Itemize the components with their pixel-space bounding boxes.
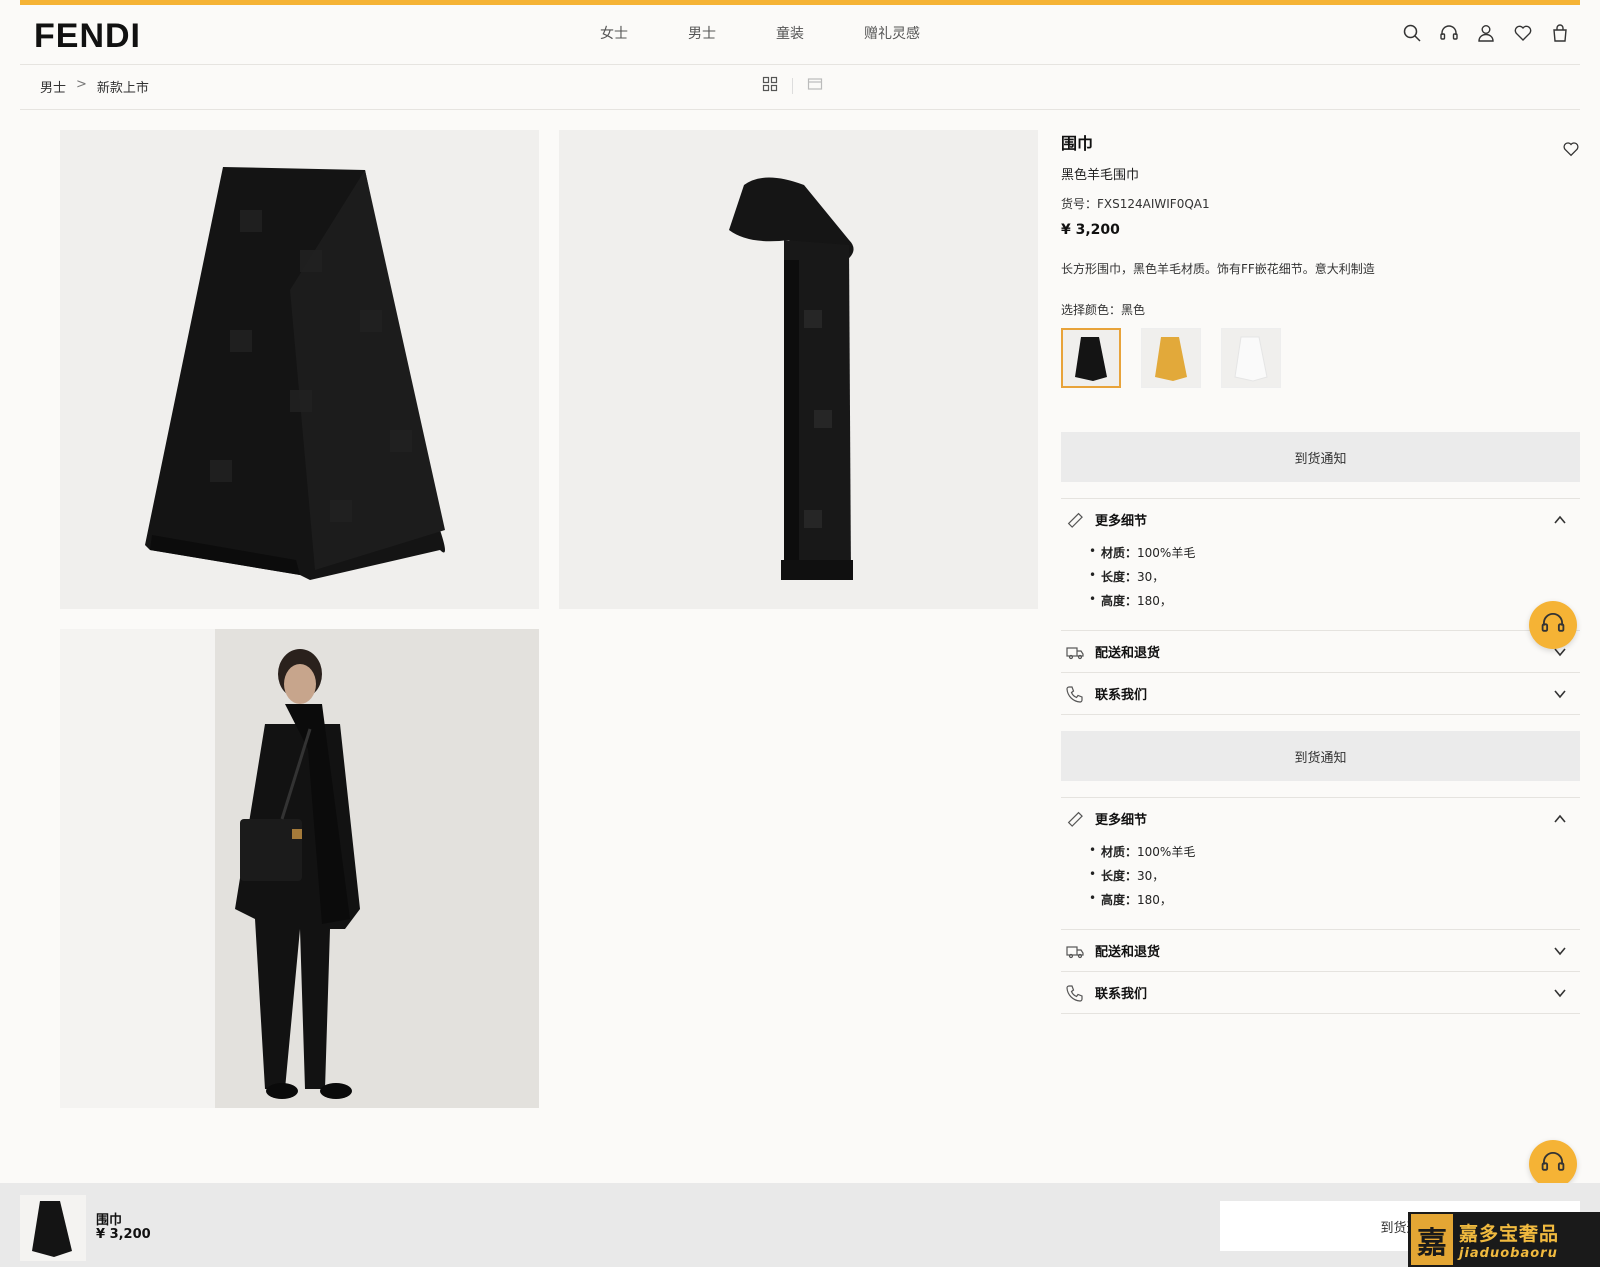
search-icon[interactable] <box>1402 23 1422 43</box>
accordion-contact: 联系我们 <box>1061 972 1580 1014</box>
shipping-header[interactable]: 配送和退货 <box>1061 631 1580 672</box>
contact-title: 联系我们 <box>1095 688 1148 703</box>
sticky-product-title: 围巾 <box>96 1213 123 1228</box>
accordion-contact: 联系我们 <box>1061 673 1580 715</box>
spec-list: 材质：100%羊毛 长度：30， 高度：180， <box>1061 839 1580 929</box>
more-details-title: 更多细节 <box>1095 514 1148 529</box>
grid-view-icon[interactable] <box>762 76 778 96</box>
chevron-down-icon[interactable] <box>1552 686 1568 702</box>
product-price: ¥ 3,200 <box>1061 222 1120 238</box>
more-details-header[interactable]: 更多细节 <box>1061 798 1580 839</box>
view-toggle-divider <box>792 78 793 94</box>
color-swatches <box>1061 328 1580 388</box>
product-description: 长方形围巾，黑色羊毛材质。饰有FF嵌花细节。意大利制造 <box>1061 262 1375 276</box>
product-image-hanging[interactable] <box>559 130 1038 609</box>
nav-item-men[interactable]: 男士 <box>688 23 716 43</box>
contact-title: 联系我们 <box>1095 987 1148 1002</box>
breadcrumb: 男士 > 新款上市 <box>40 77 149 96</box>
spec-item: 高度：180， <box>1089 891 1580 908</box>
accordion-more-details: 更多细节 材质：100%羊毛 长度：30， 高度：180， <box>1061 797 1580 930</box>
ruler-icon <box>1065 809 1085 829</box>
product-title: 围巾 <box>1061 134 1094 153</box>
contact-header[interactable]: 联系我们 <box>1061 972 1580 1013</box>
color-swatch-white[interactable] <box>1221 328 1281 388</box>
accordion-shipping: 配送和退货 <box>1061 930 1580 972</box>
headset-icon[interactable] <box>1439 23 1459 43</box>
watermark-cn: 嘉多宝奢品 <box>1459 1222 1560 1245</box>
phone-icon <box>1065 983 1085 1003</box>
watermark-logo: 嘉 <box>1411 1214 1453 1265</box>
spec-item: 高度：180， <box>1089 592 1580 609</box>
watermark-badge: 嘉 嘉多宝奢品 jiaduobaoru <box>1408 1212 1600 1267</box>
notify-button[interactable]: 到货通知 <box>1061 432 1580 482</box>
shipping-header[interactable]: 配送和退货 <box>1061 930 1580 971</box>
customer-service-button[interactable] <box>1529 1140 1577 1188</box>
accordion-shipping: 配送和退货 <box>1061 631 1580 673</box>
contact-header[interactable]: 联系我们 <box>1061 673 1580 714</box>
nav-item-gifts[interactable]: 赠礼灵感 <box>864 23 920 43</box>
bag-icon[interactable] <box>1550 23 1570 43</box>
heart-icon[interactable] <box>1513 23 1533 43</box>
sticky-purchase-bar: 围巾 ¥ 3,200 到货通 <box>0 1183 1600 1267</box>
breadcrumb-separator: > <box>76 77 87 92</box>
spec-item: 材质：100%羊毛 <box>1089 544 1580 561</box>
chevron-down-icon[interactable] <box>1552 943 1568 959</box>
nav-item-women[interactable]: 女士 <box>600 23 628 43</box>
spec-item: 材质：100%羊毛 <box>1089 843 1580 860</box>
product-image-model[interactable] <box>60 629 539 1108</box>
truck-icon <box>1065 642 1085 662</box>
brand-logo[interactable]: FENDI <box>34 17 141 56</box>
product-subtitle: 黑色羊毛围巾 <box>1061 168 1140 183</box>
headset-icon <box>1540 1149 1566 1179</box>
ruler-icon <box>1065 510 1085 530</box>
header-utilities <box>1402 23 1570 43</box>
chevron-up-icon[interactable] <box>1552 811 1568 827</box>
sub-toolbar: 男士 > 新款上市 <box>20 66 1580 110</box>
headset-icon <box>1540 610 1566 640</box>
accordion-more-details: 更多细节 材质：100%羊毛 长度：30， 高度：180， <box>1061 498 1580 631</box>
customer-service-button[interactable] <box>1529 601 1577 649</box>
color-label: 选择颜色：黑色 <box>1061 303 1146 317</box>
shipping-title: 配送和退货 <box>1095 945 1161 960</box>
watermark-text: 嘉多宝奢品 jiaduobaoru <box>1459 1219 1559 1261</box>
truck-icon <box>1065 941 1085 961</box>
spec-item: 长度：30， <box>1089 568 1580 585</box>
color-swatch-black[interactable] <box>1061 328 1121 388</box>
chevron-up-icon[interactable] <box>1552 512 1568 528</box>
color-swatch-yellow[interactable] <box>1141 328 1201 388</box>
main-nav: 女士 男士 童装 赠礼灵感 <box>600 23 920 43</box>
notify-button[interactable]: 到货通知 <box>1061 731 1580 781</box>
chevron-down-icon[interactable] <box>1552 985 1568 1001</box>
spec-list: 材质：100%羊毛 长度：30， 高度：180， <box>1061 540 1580 630</box>
view-toggle <box>762 76 823 96</box>
nav-item-kids[interactable]: 童装 <box>776 23 804 43</box>
sticky-product-price: ¥ 3,200 <box>96 1227 151 1242</box>
watermark-en: jiaduobaoru <box>1459 1245 1558 1261</box>
spec-item: 长度：30， <box>1089 867 1580 884</box>
more-details-header[interactable]: 更多细节 <box>1061 499 1580 540</box>
single-view-icon[interactable] <box>807 76 823 96</box>
breadcrumb-item-men[interactable]: 男士 <box>40 77 66 96</box>
phone-icon <box>1065 684 1085 704</box>
sticky-product-thumbnail <box>20 1195 86 1261</box>
product-image-flat[interactable] <box>60 130 539 609</box>
heart-icon[interactable] <box>1562 140 1580 158</box>
user-icon[interactable] <box>1476 23 1496 43</box>
more-details-title: 更多细节 <box>1095 813 1148 828</box>
product-info-panel: 围巾 黑色羊毛围巾 货号：FXS124AIWIF0QA1 ¥ 3,200 长方形… <box>1061 130 1580 1014</box>
breadcrumb-item-new-arrivals[interactable]: 新款上市 <box>97 77 149 96</box>
site-header: FENDI 女士 男士 童装 赠礼灵感 <box>20 5 1580 65</box>
shipping-title: 配送和退货 <box>1095 646 1161 661</box>
product-sku: 货号：FXS124AIWIF0QA1 <box>1061 197 1210 211</box>
